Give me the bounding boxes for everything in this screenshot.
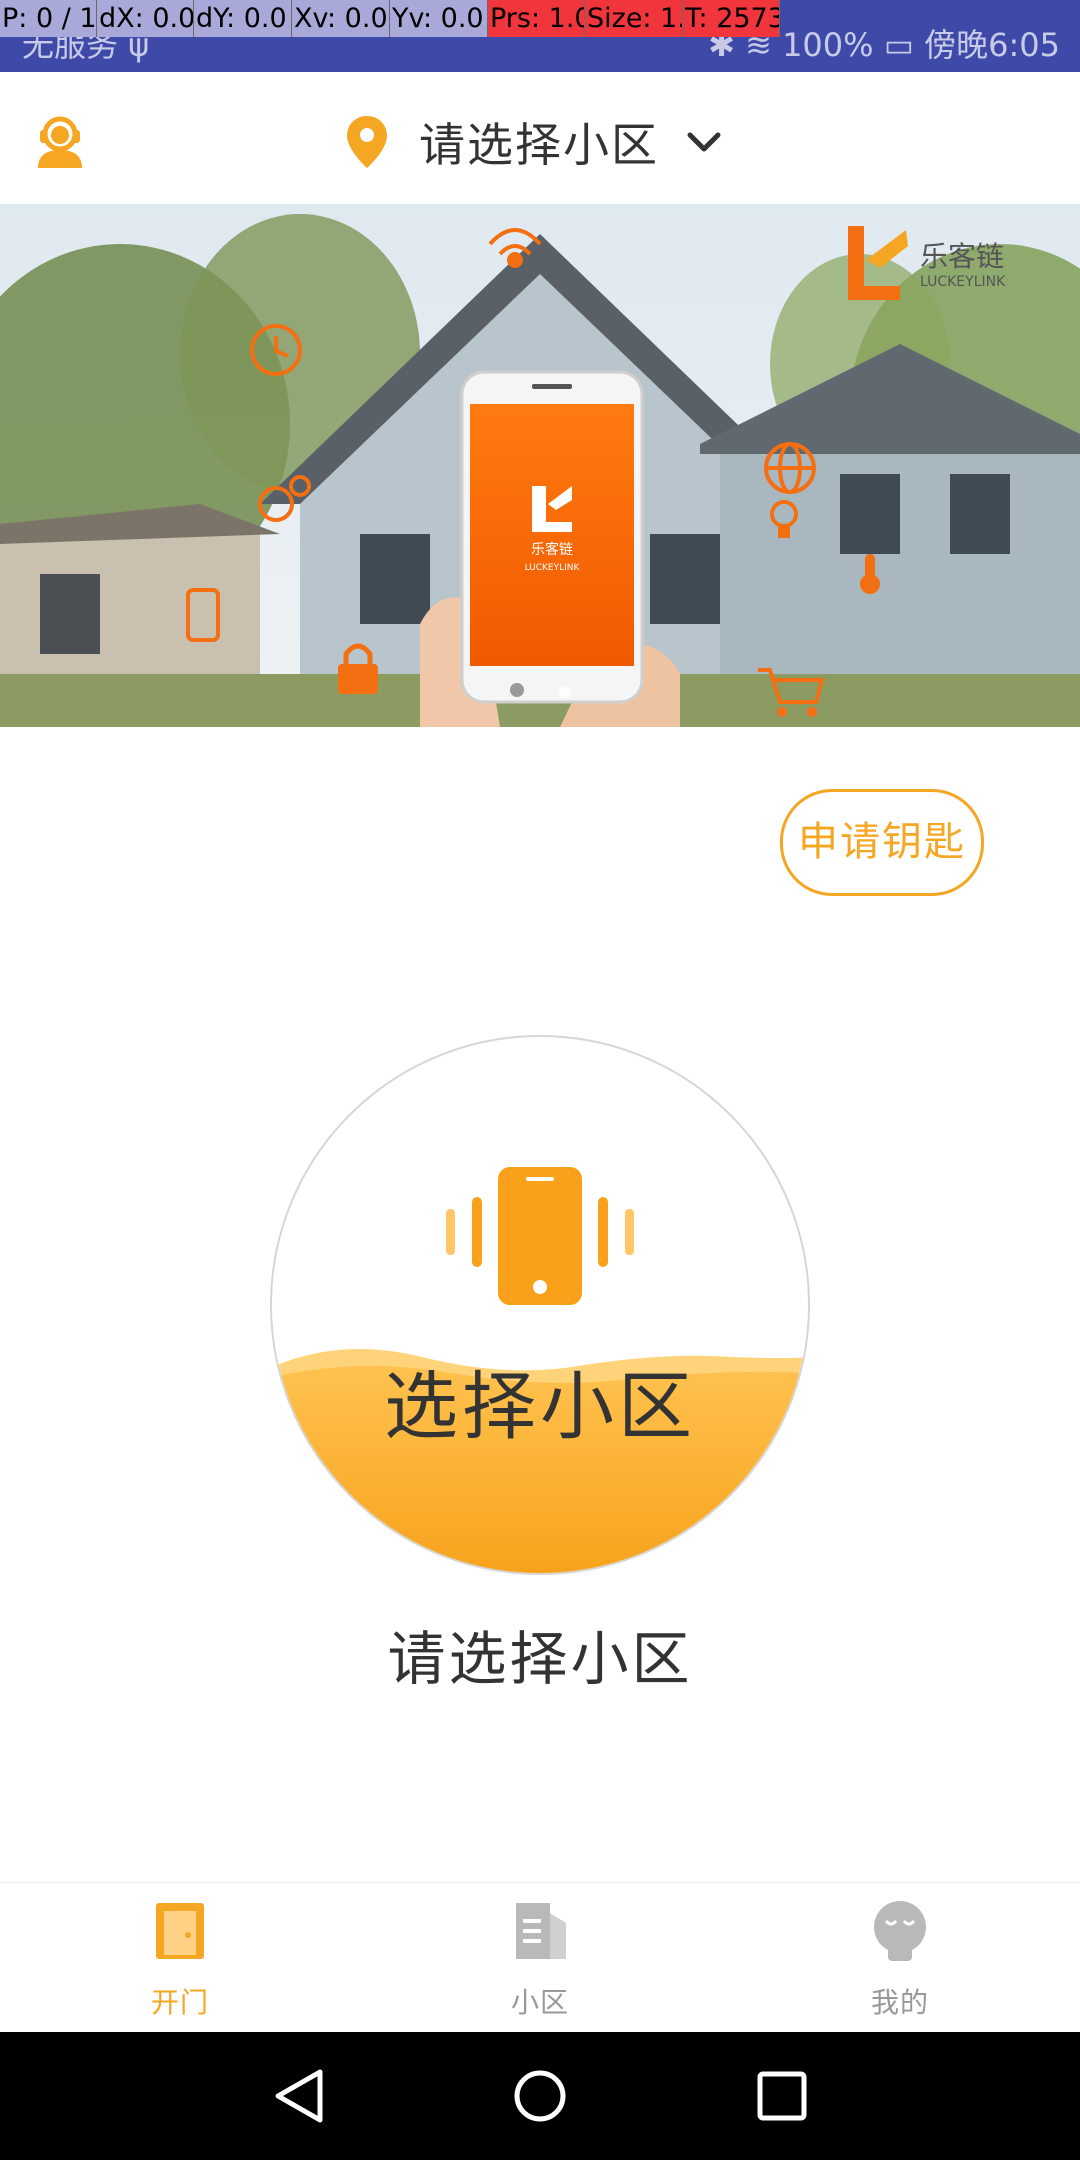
- svg-text:LUCKEYLINK: LUCKEYLINK: [525, 563, 581, 573]
- tab-mine[interactable]: 我的: [720, 1883, 1080, 2033]
- promo-banner[interactable]: 乐客链 LUCKEYLINK 乐客链 LUCKEYLINK: [0, 204, 1080, 727]
- tab-label-mine: 我的: [870, 1986, 929, 2019]
- profile-face-icon: [874, 1901, 926, 1961]
- debug-size: Size: 1.0: [585, 0, 683, 37]
- apply-key-button[interactable]: 申请钥匙: [780, 789, 984, 896]
- home-icon[interactable]: [512, 2068, 568, 2124]
- door-icon: [156, 1903, 204, 1959]
- open-door-button[interactable]: 选择小区: [270, 1035, 810, 1575]
- customer-service-icon[interactable]: [30, 110, 90, 170]
- top-header: 请选择小区: [0, 72, 1080, 205]
- tab-label-community: 小区: [510, 1986, 569, 2019]
- debug-yv: Yv: 0.0: [390, 0, 488, 37]
- banner-illustration: 乐客链 LUCKEYLINK 乐客链 LUCKEYLINK: [0, 204, 1080, 727]
- debug-pointer: P: 0 / 1: [0, 0, 97, 37]
- brand-subtitle: LUCKEYLINK: [920, 274, 1006, 290]
- debug-dy: dY: 0.0: [194, 0, 292, 37]
- building-icon: [516, 1903, 566, 1959]
- phone-vibrate-icon: [446, 1167, 634, 1305]
- community-hint-text: 请选择小区: [387, 1625, 693, 1693]
- tab-open-door[interactable]: 开门: [0, 1883, 360, 2033]
- tab-label-open-door: 开门: [150, 1986, 209, 2019]
- system-navigation-bar: [0, 2032, 1080, 2160]
- recents-icon[interactable]: [754, 2068, 810, 2124]
- chevron-down-icon: [687, 132, 721, 152]
- bottom-tab-bar: 开门 小区 我的: [0, 1882, 1080, 2033]
- door-button-label: 选择小区: [384, 1364, 696, 1450]
- location-pin-icon: [347, 116, 387, 168]
- debug-pressure: Prs: 1.0: [488, 0, 585, 37]
- tab-community[interactable]: 小区: [360, 1883, 720, 2033]
- location-text: 请选择小区: [419, 118, 659, 172]
- banner-page-dot: [559, 686, 571, 698]
- community-selector[interactable]: 请选择小区: [345, 112, 724, 172]
- pointer-debug-overlay: P: 0 / 1 dX: 0.0 dY: 0.0 Xv: 0.0 Yv: 0.0…: [0, 0, 1080, 37]
- debug-time: T: 257328: [683, 0, 780, 37]
- debug-dx: dX: 0.0: [97, 0, 194, 37]
- brand-name: 乐客链: [920, 240, 1004, 273]
- svg-text:乐客链: 乐客链: [531, 541, 573, 558]
- debug-xv: Xv: 0.0: [292, 0, 390, 37]
- back-icon[interactable]: [272, 2068, 328, 2124]
